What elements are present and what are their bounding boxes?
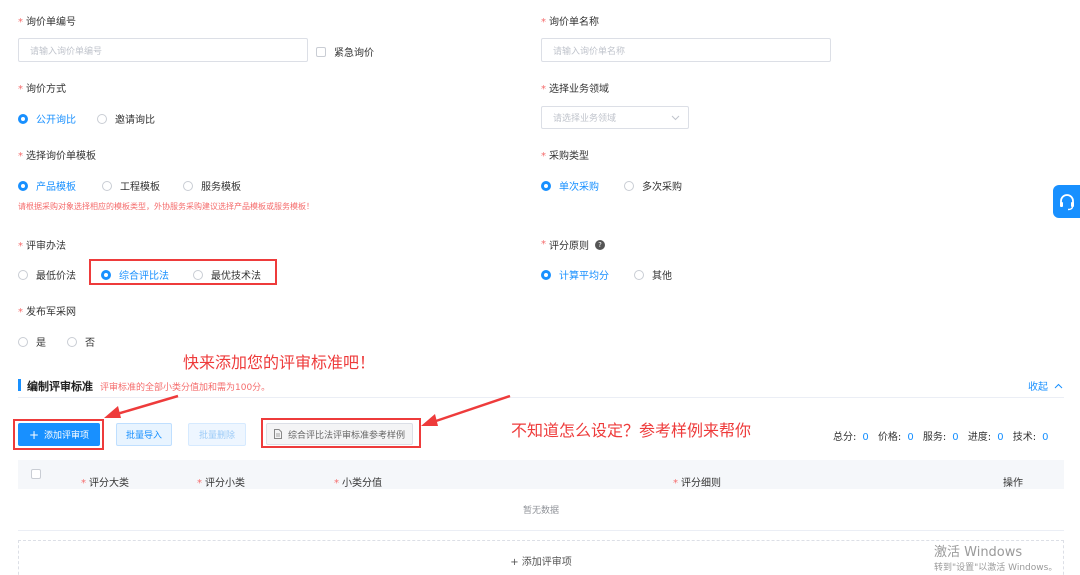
score-totals: 总分: 0 价格: 0 服务: 0 进度: 0 技术: 0	[833, 428, 1055, 443]
batch-delete-button[interactable]: 批量删除	[188, 423, 246, 446]
col-header-subcategory: * 评分小类	[197, 478, 245, 489]
plus-icon: +	[28, 427, 40, 442]
table-empty-text: 暂无数据	[18, 489, 1064, 531]
col-header-category: * 评分大类	[81, 478, 129, 489]
add-review-item-button[interactable]: + 添加评审项	[18, 423, 100, 446]
progress-label: 进度:	[967, 432, 992, 443]
col-header-subcategory-score: * 小类分值	[334, 478, 382, 489]
service-value: 0	[952, 432, 959, 443]
watermark-title: 激活 Windows	[934, 545, 1023, 560]
annotation-example-hint: 不知道怎么设定？参考样例来帮你	[511, 421, 752, 440]
reference-example-label: 综合评比法评审标准参考样例	[287, 430, 405, 441]
batch-import-button[interactable]: 批量导入	[116, 423, 172, 446]
tech-label: 技术:	[1012, 432, 1037, 443]
tech-value: 0	[1042, 432, 1049, 443]
col-header-actions: 操作	[1003, 478, 1023, 489]
price-label: 价格:	[877, 432, 902, 443]
document-icon	[273, 429, 282, 439]
add-review-item-label: 添加评审项	[44, 431, 90, 441]
select-all-checkbox[interactable]	[31, 469, 41, 479]
service-label: 服务:	[922, 432, 947, 443]
price-value: 0	[907, 432, 914, 443]
watermark-subtitle: 转到"设置"以激活 Windows。	[934, 563, 1058, 573]
table-header	[18, 460, 1064, 489]
total-value: 0	[862, 432, 869, 443]
total-label: 总分:	[833, 432, 857, 443]
add-review-row-button[interactable]: + 添加评审项	[18, 540, 1064, 575]
col-header-scoring-rules: * 评分细则	[673, 478, 721, 489]
progress-value: 0	[997, 432, 1004, 443]
reference-example-button[interactable]: 综合评比法评审标准参考样例	[266, 423, 413, 445]
